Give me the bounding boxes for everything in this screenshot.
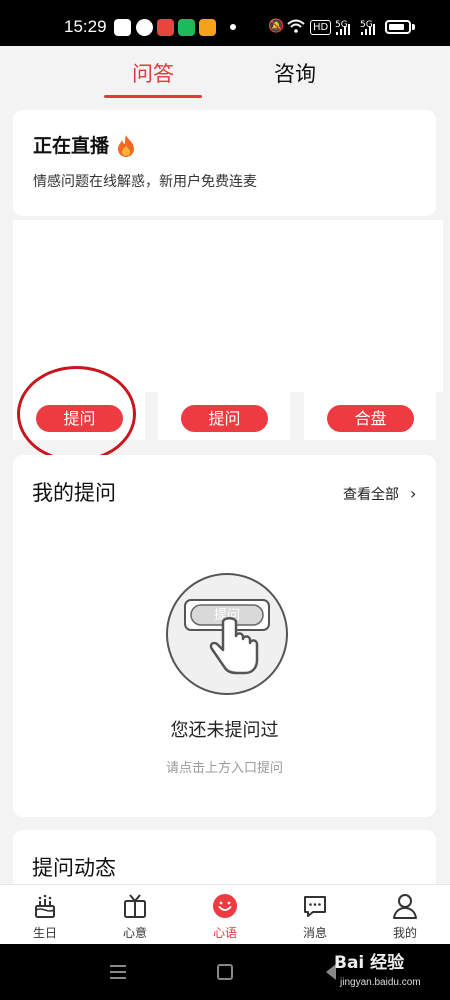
watermark-sub: jingyan.baidu.com [340,977,421,988]
recent-apps-button[interactable] [110,965,126,979]
watermark-main: Bai 经验 [334,953,405,973]
tab-qa[interactable]: 问答 [132,60,174,88]
nav-item-heart-talk[interactable]: 心语 [180,885,270,945]
chevron-right-icon[interactable]: › [410,484,416,504]
live-broadcast-card[interactable]: 正在直播 情感问题在线解惑，新用户免费连麦 [13,110,436,216]
wifi-icon [287,19,305,33]
app-notification-icon [199,19,216,36]
home-button[interactable] [217,964,233,980]
live-subtitle: 情感问题在线解惑，新用户免费连麦 [33,174,257,190]
nav-item-messages[interactable]: 消息 [270,885,360,945]
cake-icon [35,894,55,918]
message-icon [304,896,326,917]
tab-consult[interactable]: 咨询 [274,60,316,88]
empty-state-illustration: 提问 [166,573,288,695]
bottom-nav: 生日 心意 心语 消息 我的 [0,884,450,944]
my-questions-title: 我的提问 [32,481,116,505]
nav-item-birthday[interactable]: 生日 [0,885,90,945]
status-bar: 15:29 🔕 HD 5G 5G [0,0,450,46]
baidu-jingyan-watermark: Bai 经验 jingyan.baidu.com [334,946,450,1000]
annotation-circle [17,366,136,462]
app-notification-icon [157,19,174,36]
silent-bell-icon: 🔕 [268,19,285,34]
top-tab-bar: 问答 咨询 [0,46,450,106]
gift-icon [124,894,146,918]
more-notifications-dot [230,24,236,30]
signal-icon [361,24,375,35]
nav-item-me[interactable]: 我的 [360,885,450,945]
nav-label: 消息 [302,926,327,940]
empty-state-text: 您还未提问过 [170,720,279,741]
nav-label: 心意 [122,926,147,940]
app-notification-icon [178,19,195,36]
active-tab-indicator [104,95,202,98]
ask-button[interactable]: 提问 [181,405,268,432]
view-all-link[interactable]: 查看全部 [343,486,399,504]
app-notification-icon [114,19,131,36]
user-icon [393,894,417,919]
question-feed-card: 提问动态 [13,830,436,890]
my-questions-card: 我的提问 查看全部 › 提问 您还未提问过 请点击上方入口提问 [13,455,436,817]
smile-icon [213,894,237,918]
live-title: 正在直播 [33,135,110,157]
nav-item-wish[interactable]: 心意 [90,885,180,945]
battery-icon [385,20,411,34]
question-feed-title: 提问动态 [32,856,116,880]
app-notification-icon [136,19,153,36]
nav-label: 心语 [212,926,237,940]
status-time: 15:29 [64,17,107,36]
fire-icon [118,135,134,157]
empty-state-hint: 请点击上方入口提问 [165,761,283,776]
compatibility-button[interactable]: 合盘 [327,405,414,432]
signal-icon [336,24,350,35]
nav-label: 我的 [392,926,417,940]
nav-label: 生日 [32,926,57,940]
hd-badge: HD [310,20,332,35]
